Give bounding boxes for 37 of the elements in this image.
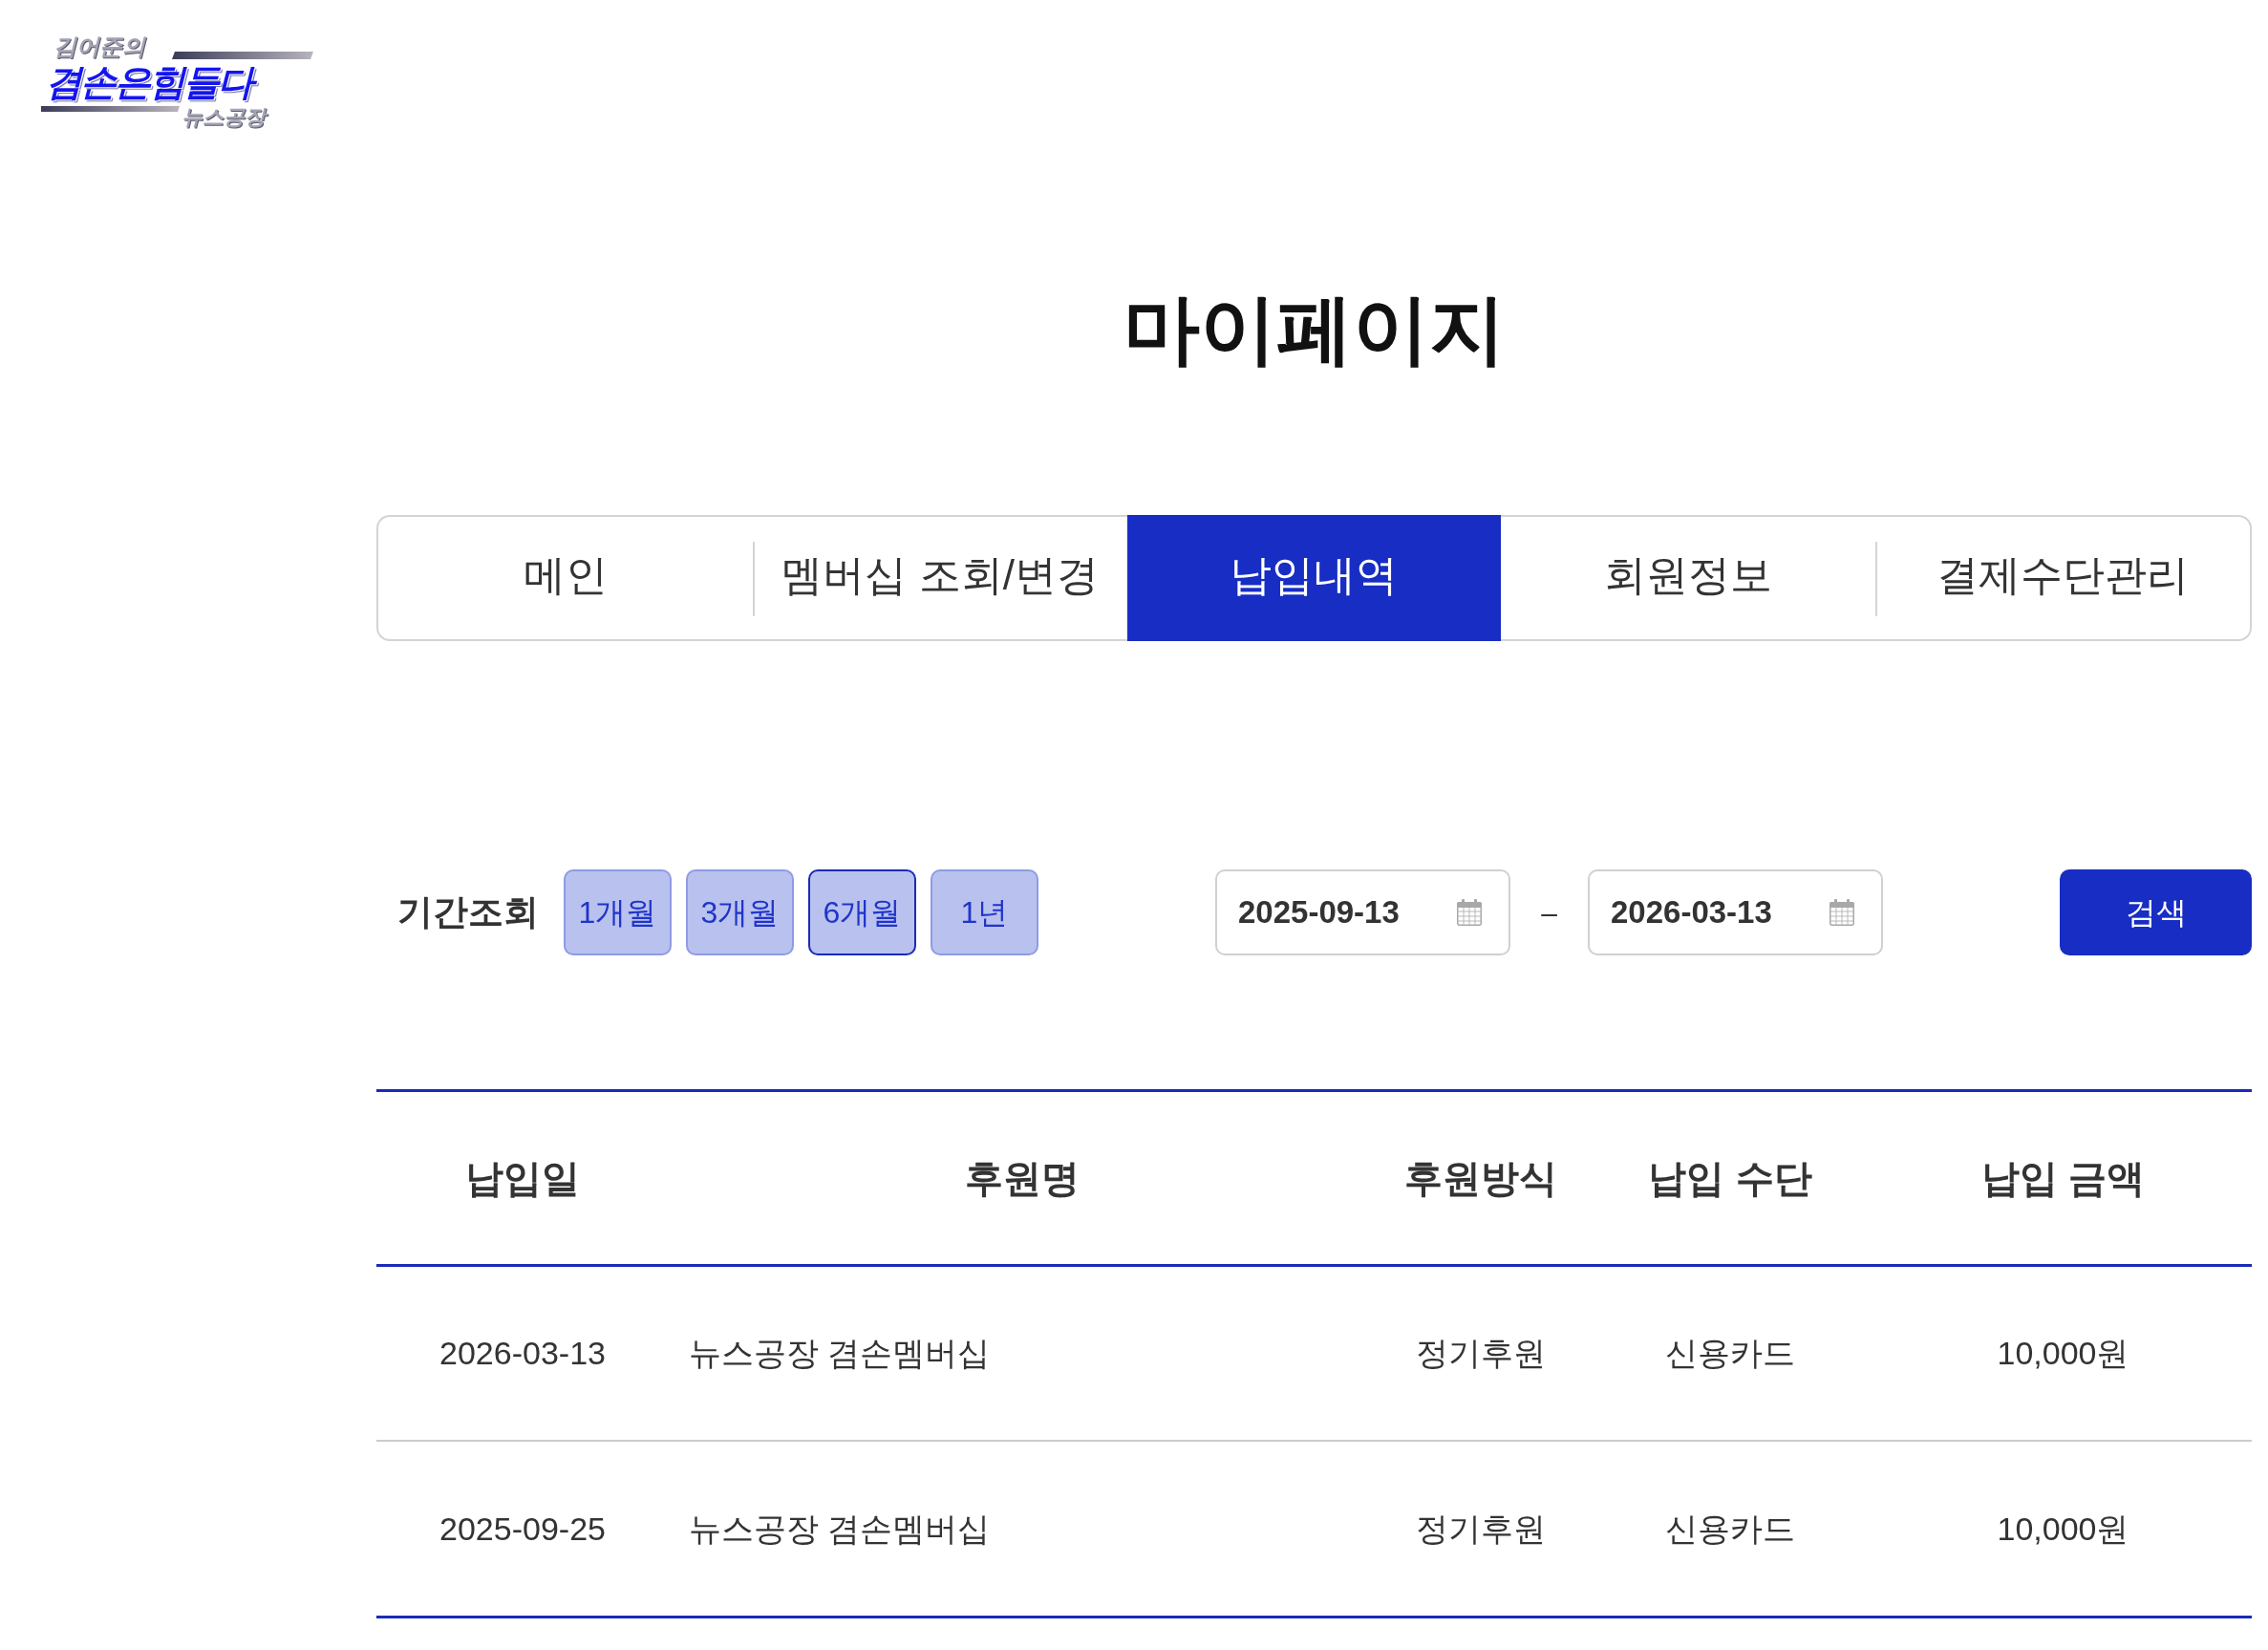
table-cell-text: 신용카드 xyxy=(1665,1509,1795,1549)
tab[interactable]: 납입내역 xyxy=(1126,515,1502,641)
column-header: 납입 수단 xyxy=(1648,1156,1812,1201)
logo-title: 겸손은힘들다 xyxy=(44,60,262,104)
table-cell-text: 정기후원 xyxy=(1416,1334,1546,1373)
calendar-icon xyxy=(1829,899,1854,926)
period-option-button[interactable]: 1년 xyxy=(931,869,1038,955)
table-cell-text: 정기후원 xyxy=(1416,1509,1546,1549)
table-cell-text: 2025-09-25 xyxy=(439,1509,606,1549)
table-cell-text: 신용카드 xyxy=(1665,1334,1795,1373)
tab[interactable]: 결제수단관리 xyxy=(1875,515,2252,641)
date-field[interactable]: 2025-09-13 xyxy=(1215,869,1510,955)
search-button[interactable]: 검색 xyxy=(2060,869,2252,955)
date-range-separator: – xyxy=(1540,895,1558,931)
column-header: 납입 금액 xyxy=(1980,1156,2146,1201)
logo-stripe-icon xyxy=(41,106,180,112)
table-cell-text: 2026-03-13 xyxy=(439,1334,606,1373)
tab[interactable]: 메인 xyxy=(376,515,753,641)
date-field[interactable]: 2026-03-13 xyxy=(1588,869,1883,955)
table-cell-text: 10,000원 xyxy=(1997,1334,2129,1373)
table-cell-text: 뉴스공장 겸손멤버십 xyxy=(689,1334,991,1373)
calendar-icon xyxy=(1457,899,1482,926)
tab[interactable]: 회원정보 xyxy=(1501,515,1876,641)
logo-subtitle: 김어준의 xyxy=(53,34,145,59)
table-cell-text: 10,000원 xyxy=(1997,1509,2129,1549)
column-header: 후원명 xyxy=(965,1156,1080,1201)
table-cell-text: 뉴스공장 겸손멤버십 xyxy=(689,1509,991,1549)
logo-caption: 뉴스공장 xyxy=(182,105,269,130)
period-option-button[interactable]: 3개월 xyxy=(686,869,794,955)
column-header: 후원방식 xyxy=(1404,1156,1557,1201)
tab[interactable]: 멤버십 조회/변경 xyxy=(752,515,1127,641)
logo-stripe-icon xyxy=(172,52,313,59)
column-header: 납입일 xyxy=(465,1156,580,1201)
page-title: 마이페이지 xyxy=(1122,287,1507,373)
period-option-button[interactable]: 6개월 xyxy=(808,869,916,955)
period-option-button[interactable]: 1개월 xyxy=(564,869,672,955)
period-label: 기간조회 xyxy=(397,891,540,934)
